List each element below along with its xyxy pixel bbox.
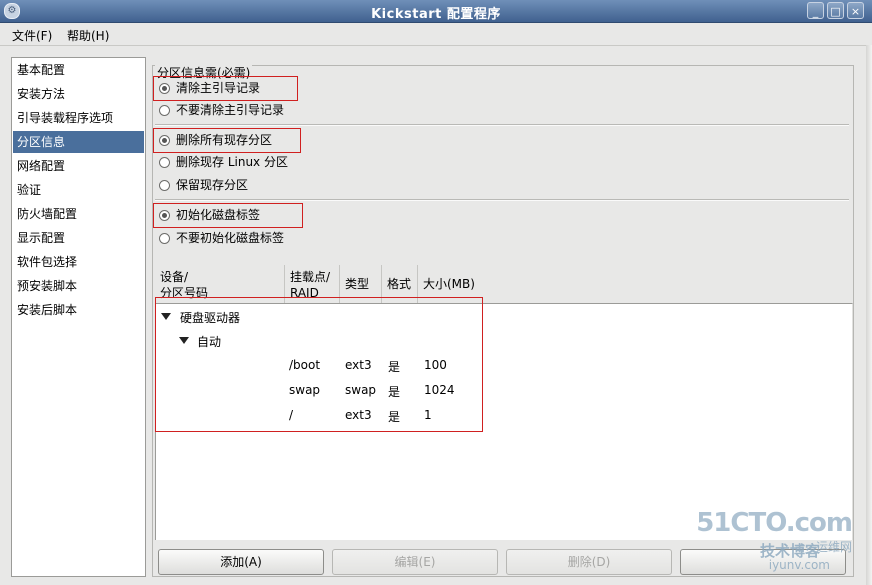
partition-panel: 分区信息需(必需) 清除主引导记录 不要清除主引导记录 删除所有现存分区 删除现… xyxy=(152,57,864,577)
highlight-box xyxy=(153,203,303,228)
sidebar-item-auth[interactable]: 验证 xyxy=(13,179,144,201)
highlight-box xyxy=(153,128,301,153)
radio-unchecked-icon xyxy=(159,105,170,116)
highlight-box xyxy=(153,76,298,101)
radio-label: 不要清除主引导记录 xyxy=(176,103,285,117)
sidebar: 基本配置 安装方法 引导装载程序选项 分区信息 网络配置 验证 防火墙配置 显示… xyxy=(11,57,146,577)
col-format-label: 格式 xyxy=(387,277,412,291)
col-device-label: 设备/ xyxy=(160,270,189,284)
radio-unchecked-icon xyxy=(159,180,170,191)
menu-help[interactable]: 帮助(H) xyxy=(67,27,109,44)
sidebar-item-bootloader[interactable]: 引导装载程序选项 xyxy=(13,107,144,129)
radio-label: 保留现存分区 xyxy=(176,178,249,192)
radio-label: 不要初始化磁盘标签 xyxy=(176,231,285,245)
edit-button[interactable]: 编辑(E) xyxy=(332,549,498,575)
radio-unchecked-icon xyxy=(159,233,170,244)
radio-label: 删除现存 Linux 分区 xyxy=(176,155,288,169)
col-mount-label: 挂载点/ xyxy=(290,270,331,284)
watermark: 51CTO.com 技术博客 运维网 iyunv.com xyxy=(696,508,858,578)
add-button[interactable]: 添加(A) xyxy=(158,549,324,575)
separator xyxy=(155,199,849,201)
highlight-box xyxy=(155,297,483,432)
radio-keep-mbr[interactable]: 不要清除主引导记录 xyxy=(159,100,284,120)
window-edge xyxy=(866,45,872,585)
close-button[interactable]: × xyxy=(847,2,864,19)
radio-unchecked-icon xyxy=(159,157,170,168)
sidebar-item-partition[interactable]: 分区信息 xyxy=(13,131,144,153)
sidebar-item-packages[interactable]: 软件包选择 xyxy=(13,251,144,273)
sidebar-item-install-method[interactable]: 安装方法 xyxy=(13,83,144,105)
sidebar-item-pre-script[interactable]: 预安装脚本 xyxy=(13,275,144,297)
watermark-text: 51CTO.com xyxy=(696,508,853,538)
partition-group: 分区信息需(必需) 清除主引导记录 不要清除主引导记录 删除所有现存分区 删除现… xyxy=(152,64,854,577)
watermark-text-3: 运维网 xyxy=(815,540,852,554)
radio-remove-linux[interactable]: 删除现存 Linux 分区 xyxy=(159,152,288,172)
title-bar: ⚙ Kickstart 配置程序 _ □ × xyxy=(0,0,872,23)
minimize-button[interactable]: _ xyxy=(807,2,824,19)
menu-bar: 文件(F) 帮助(H) xyxy=(0,23,872,46)
window-title: Kickstart 配置程序 xyxy=(371,7,501,22)
delete-button[interactable]: 删除(D) xyxy=(506,549,672,575)
maximize-button[interactable]: □ xyxy=(827,2,844,19)
col-type-label: 类型 xyxy=(345,277,370,291)
sidebar-item-post-script[interactable]: 安装后脚本 xyxy=(13,299,144,321)
sidebar-item-network[interactable]: 网络配置 xyxy=(13,155,144,177)
watermark-text-4: iyunv.com xyxy=(768,558,830,572)
separator xyxy=(155,124,849,126)
col-size-label: 大小(MB) xyxy=(423,277,475,291)
sidebar-item-firewall[interactable]: 防火墙配置 xyxy=(13,203,144,225)
sidebar-item-basic[interactable]: 基本配置 xyxy=(13,59,144,81)
radio-preserve[interactable]: 保留现存分区 xyxy=(159,175,248,195)
menu-file[interactable]: 文件(F) xyxy=(12,27,52,44)
radio-no-init-label[interactable]: 不要初始化磁盘标签 xyxy=(159,228,284,248)
sidebar-item-display[interactable]: 显示配置 xyxy=(13,227,144,249)
